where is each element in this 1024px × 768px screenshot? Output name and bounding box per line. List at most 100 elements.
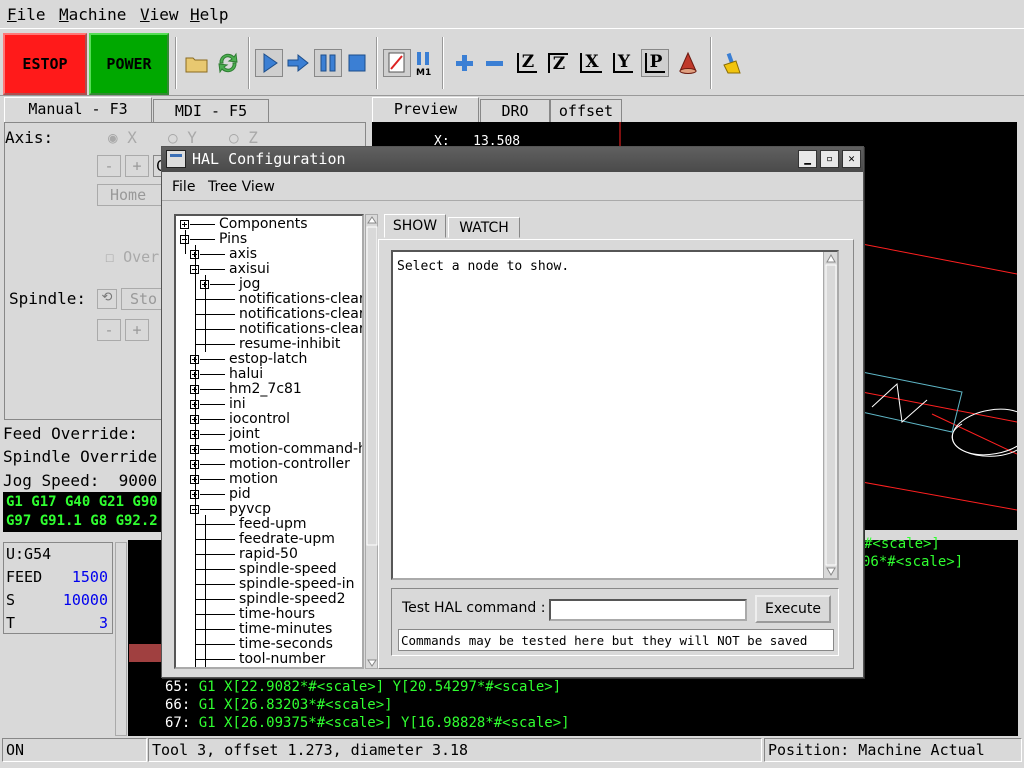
status-scrollbar[interactable] [115,542,127,736]
tab-dro[interactable]: DRO [480,99,550,123]
open-folder-icon[interactable] [183,49,211,77]
tree-connector [195,659,235,660]
tree-item[interactable]: rapid-50 [239,547,298,562]
block-delete-icon[interactable] [383,49,411,77]
jog-plus-button[interactable]: + [125,155,149,177]
tree-item[interactable]: Components [219,217,308,232]
tree-item[interactable]: pyvcp [229,502,271,517]
tree-item[interactable]: motion [229,472,278,487]
hal-configuration-window: HAL Configuration ▁ ▫ ✕ File Tree View C… [161,146,864,678]
axis-z-radio[interactable]: ○ Z [229,128,258,147]
window-icon [166,150,186,168]
tree-item[interactable]: time-hours [239,607,315,622]
hal-tree-view[interactable]: Components Pins axis axisui jog notifications… [174,214,364,669]
optional-stop-icon[interactable]: M1 [411,49,439,77]
tree-item[interactable]: Pins [219,232,247,247]
tree-item[interactable]: notifications-clear [239,307,362,322]
expand-icon[interactable] [180,220,189,229]
spindle-plus-button[interactable]: + [125,319,149,341]
zoom-in-icon[interactable] [450,49,478,77]
maximize-button[interactable]: ▫ [820,150,839,168]
clear-live-plot-icon[interactable] [718,49,746,77]
tree-connector [200,434,225,435]
tree-item[interactable]: joint [229,427,260,442]
tree-connector [200,374,225,375]
tree-item[interactable]: axis [229,247,257,262]
close-button[interactable]: ✕ [842,150,861,168]
tree-item[interactable]: feedrate-upm [239,532,335,547]
menu-file[interactable]: File [7,5,46,24]
spindle-minus-button[interactable]: - [97,319,121,341]
power-button[interactable]: POWER [89,33,169,95]
tree-connector [195,614,235,615]
test-command-input[interactable] [549,599,747,621]
view-x-icon[interactable]: X [577,49,605,77]
jog-minus-button[interactable]: - [97,155,121,177]
tree-item[interactable]: iocontrol [229,412,290,427]
override-limits-checkbox[interactable]: ☐ Over [105,248,159,266]
tab-preview[interactable]: Preview [372,97,479,123]
tree-item[interactable]: pid [229,487,251,502]
tab-mdi[interactable]: MDI - F5 [153,99,269,123]
menu-help[interactable]: Help [190,5,229,24]
tree-item[interactable]: halui [229,367,263,382]
reload-icon[interactable] [214,49,242,77]
tree-item[interactable]: ini [229,397,246,412]
tab-manual[interactable]: Manual - F3 [4,97,152,123]
home-button[interactable]: Home [97,184,165,206]
test-command-label: Test HAL command : [402,600,546,616]
tab-show[interactable]: SHOW [384,214,446,238]
hal-titlebar[interactable]: HAL Configuration ▁ ▫ ✕ [162,147,863,172]
estop-button[interactable]: ESTOP [3,33,87,95]
show-scrollbar[interactable] [823,252,837,578]
tab-offset[interactable]: offset [550,99,622,123]
tree-item[interactable]: jog [239,277,260,292]
tree-item[interactable]: resume-inhibit [239,337,340,352]
run-icon[interactable] [255,49,283,77]
view-z2-icon[interactable]: Z [544,49,572,77]
feed-value: 1500 [71,568,108,586]
zoom-out-icon[interactable] [480,49,508,77]
active-gcodes-line: G1 G17 G40 G21 G90 [6,494,158,510]
pause-icon[interactable] [314,49,342,77]
tree-item[interactable]: spindle-speed2 [239,592,346,607]
tree-connector [200,464,225,465]
axis-y-radio[interactable]: ○ Y [168,128,197,147]
tree-item[interactable]: motion-command-h [229,442,362,457]
axis-x-radio[interactable]: ◉ X [108,128,137,147]
tab-watch[interactable]: WATCH [448,217,520,238]
tree-item[interactable]: spindle-speed [239,562,337,577]
tree-item[interactable]: notifications-clear [239,322,362,337]
spindle-stop-button[interactable]: Sto [121,288,165,310]
hal-menu-tree-view[interactable]: Tree View [208,179,275,195]
view-p-icon[interactable]: P [641,49,669,77]
feed-override-label: Feed Override: [3,424,138,443]
view-y-icon[interactable]: Y [609,49,637,77]
tree-item[interactable]: time-seconds [239,637,333,652]
step-icon[interactable] [284,49,312,77]
tree-item[interactable]: tool-number [239,652,325,667]
view-z-icon[interactable]: Z [513,49,541,77]
tree-connector [195,629,235,630]
tree-item[interactable]: axisui [229,262,270,277]
tree-connector [210,284,235,285]
menu-view[interactable]: View [140,5,179,24]
execute-button[interactable]: Execute [755,595,831,623]
hal-menu-file[interactable]: File [172,179,195,195]
rotate-icon[interactable] [674,49,702,77]
tree-item[interactable]: feed-upm [239,517,307,532]
tree-scrollbar[interactable] [365,214,378,669]
show-text-area[interactable]: Select a node to show. [391,250,839,580]
tree-item[interactable]: estop-latch [229,352,307,367]
tree-item[interactable]: time-minutes [239,622,332,637]
menu-machine[interactable]: Machine [59,5,126,24]
tree-item[interactable]: hm2_7c81 [229,382,302,397]
minimize-button[interactable]: ▁ [798,150,817,168]
tree-item[interactable]: motion-controller [229,457,350,472]
program-line-fragment: 06*#<scale>] [862,554,964,570]
tree-item[interactable]: notifications-clear [239,292,362,307]
tree-item[interactable]: spindle-speed-in [239,577,355,592]
tool-label: T [6,614,16,632]
stop-icon[interactable] [343,49,371,77]
spindle-ccw-icon[interactable]: ⟲ [97,289,117,309]
